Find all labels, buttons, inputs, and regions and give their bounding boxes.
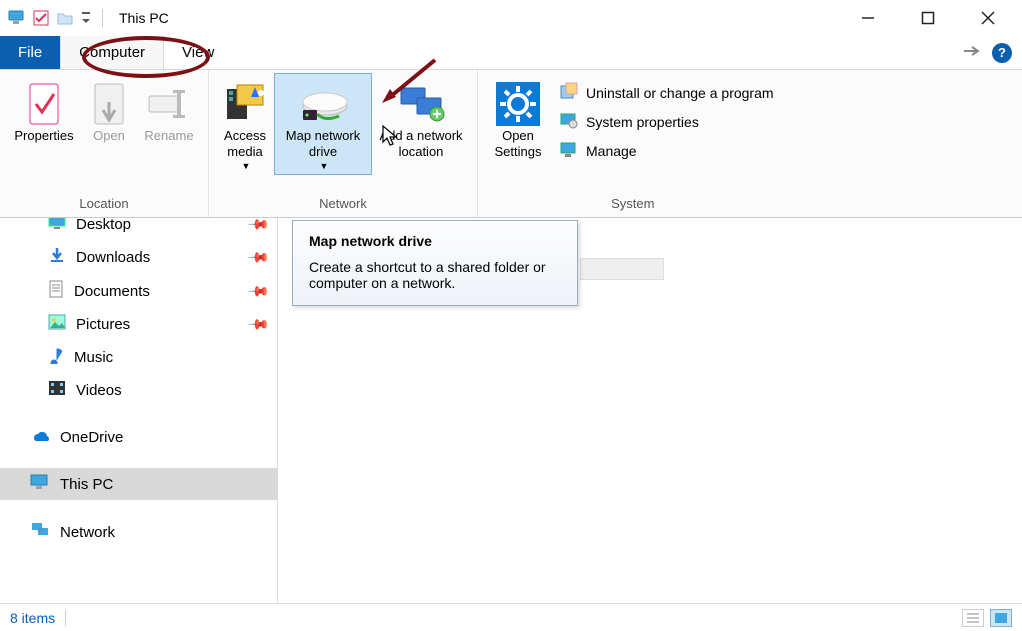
- uninstall-icon: [560, 82, 578, 103]
- tooltip-body: Create a shortcut to a shared folder or …: [309, 259, 561, 291]
- sidebar-item-label: Network: [60, 524, 115, 541]
- content-area: Desktop 📌 Downloads 📌 Documents 📌 Pictur…: [0, 218, 1022, 603]
- collapse-ribbon-icon[interactable]: [964, 45, 982, 60]
- pin-icon: 📌: [246, 218, 270, 236]
- sidebar-item-label: Music: [74, 349, 113, 366]
- ribbon-group-network-label: Network: [215, 192, 471, 217]
- sidebar-item-desktop[interactable]: Desktop 📌: [0, 218, 277, 240]
- status-item-count: 8 items: [10, 610, 55, 626]
- thumbnails-view-button[interactable]: [990, 609, 1012, 627]
- rename-icon: [147, 80, 191, 128]
- desktop-icon: [48, 218, 66, 234]
- sidebar-item-music[interactable]: Music: [0, 340, 277, 374]
- open-settings-button[interactable]: Open Settings: [484, 74, 552, 163]
- sidebar-item-label: Videos: [76, 382, 122, 399]
- sidebar-item-label: This PC: [60, 476, 113, 493]
- rename-label: Rename: [144, 128, 193, 144]
- access-media-icon: [225, 80, 265, 128]
- access-media-label: Access media: [217, 128, 273, 161]
- ribbon-tabs: File Computer View ?: [0, 36, 1022, 70]
- tab-file[interactable]: File: [0, 36, 60, 69]
- manage-icon: [560, 140, 578, 161]
- thispc-icon: [30, 474, 50, 494]
- map-drive-label: Map network drive: [277, 128, 369, 161]
- documents-icon: [48, 280, 64, 302]
- sidebar-item-label: Pictures: [76, 316, 130, 333]
- properties-icon: [26, 80, 62, 128]
- tab-computer[interactable]: Computer: [60, 36, 164, 69]
- main-pane[interactable]: Map network drive Create a shortcut to a…: [278, 218, 1022, 603]
- window-title: This PC: [119, 10, 169, 26]
- network-icon: [30, 522, 50, 542]
- ribbon-group-location: Properties Open Rename Location: [0, 70, 209, 217]
- pin-icon: 📌: [246, 312, 270, 336]
- ribbon-group-system: Open Settings Uninstall or change a prog…: [478, 70, 788, 217]
- music-icon: [48, 346, 64, 368]
- system-properties-icon: [560, 111, 578, 132]
- uninstall-button[interactable]: Uninstall or change a program: [556, 80, 778, 105]
- sidebar-item-label: Documents: [74, 283, 150, 300]
- manage-label: Manage: [586, 143, 637, 159]
- add-network-location-button[interactable]: Add a network location: [371, 74, 471, 163]
- folder-qat-icon[interactable]: [56, 9, 74, 27]
- properties-button[interactable]: Properties: [6, 74, 82, 146]
- maximize-button[interactable]: [898, 0, 958, 36]
- help-button[interactable]: ?: [992, 43, 1012, 63]
- qat-dropdown-icon[interactable]: [80, 9, 92, 27]
- add-location-icon: [397, 80, 445, 128]
- ribbon-group-network: Access media▼ Map network drive▼ Add a n…: [209, 70, 478, 217]
- pictures-icon: [48, 314, 66, 334]
- onedrive-icon: [30, 428, 50, 446]
- background-strip: [580, 258, 664, 280]
- close-button[interactable]: [958, 0, 1018, 36]
- tooltip-title: Map network drive: [309, 233, 561, 249]
- access-media-button[interactable]: Access media▼: [215, 74, 275, 174]
- minimize-button[interactable]: [838, 0, 898, 36]
- ribbon-group-location-label: Location: [6, 192, 202, 217]
- settings-icon: [496, 80, 540, 128]
- chevron-down-icon: ▼: [242, 161, 251, 172]
- status-divider: [65, 610, 66, 626]
- rename-button: Rename: [136, 74, 202, 146]
- downloads-icon: [48, 246, 66, 268]
- videos-icon: [48, 380, 66, 400]
- sidebar-item-pictures[interactable]: Pictures 📌: [0, 308, 277, 340]
- titlebar-divider: [102, 9, 103, 27]
- map-drive-icon: [297, 80, 349, 128]
- properties-qat-icon[interactable]: [32, 9, 50, 27]
- tooltip-map-network-drive: Map network drive Create a shortcut to a…: [292, 220, 578, 306]
- add-location-label: Add a network location: [373, 128, 469, 161]
- ribbon-group-system-label: System: [484, 192, 782, 217]
- properties-label: Properties: [14, 128, 73, 144]
- open-settings-label: Open Settings: [486, 128, 550, 161]
- sidebar-item-label: OneDrive: [60, 429, 123, 446]
- sidebar-item-documents[interactable]: Documents 📌: [0, 274, 277, 308]
- open-label: Open: [93, 128, 125, 144]
- open-icon: [91, 80, 127, 128]
- navigation-sidebar[interactable]: Desktop 📌 Downloads 📌 Documents 📌 Pictur…: [0, 218, 278, 603]
- system-properties-label: System properties: [586, 114, 699, 130]
- details-view-button[interactable]: [962, 609, 984, 627]
- sidebar-item-network[interactable]: Network: [0, 516, 277, 548]
- manage-button[interactable]: Manage: [556, 138, 778, 163]
- pin-icon: 📌: [246, 245, 270, 269]
- uninstall-label: Uninstall or change a program: [586, 85, 774, 101]
- sidebar-item-videos[interactable]: Videos: [0, 374, 277, 406]
- sidebar-item-thispc[interactable]: This PC: [0, 468, 277, 500]
- chevron-down-icon: ▼: [320, 161, 329, 172]
- open-button: Open: [82, 74, 136, 146]
- sidebar-item-label: Desktop: [76, 218, 131, 233]
- status-bar: 8 items: [0, 603, 1022, 631]
- system-properties-button[interactable]: System properties: [556, 109, 778, 134]
- pin-icon: 📌: [246, 279, 270, 303]
- titlebar: This PC: [0, 0, 1022, 36]
- sidebar-item-label: Downloads: [76, 249, 150, 266]
- ribbon: Properties Open Rename Location: [0, 70, 1022, 218]
- sidebar-item-downloads[interactable]: Downloads 📌: [0, 240, 277, 274]
- thispc-icon: [8, 9, 26, 27]
- sidebar-item-onedrive[interactable]: OneDrive: [0, 422, 277, 452]
- map-network-drive-button[interactable]: Map network drive▼: [275, 74, 371, 174]
- tab-view[interactable]: View: [164, 36, 232, 69]
